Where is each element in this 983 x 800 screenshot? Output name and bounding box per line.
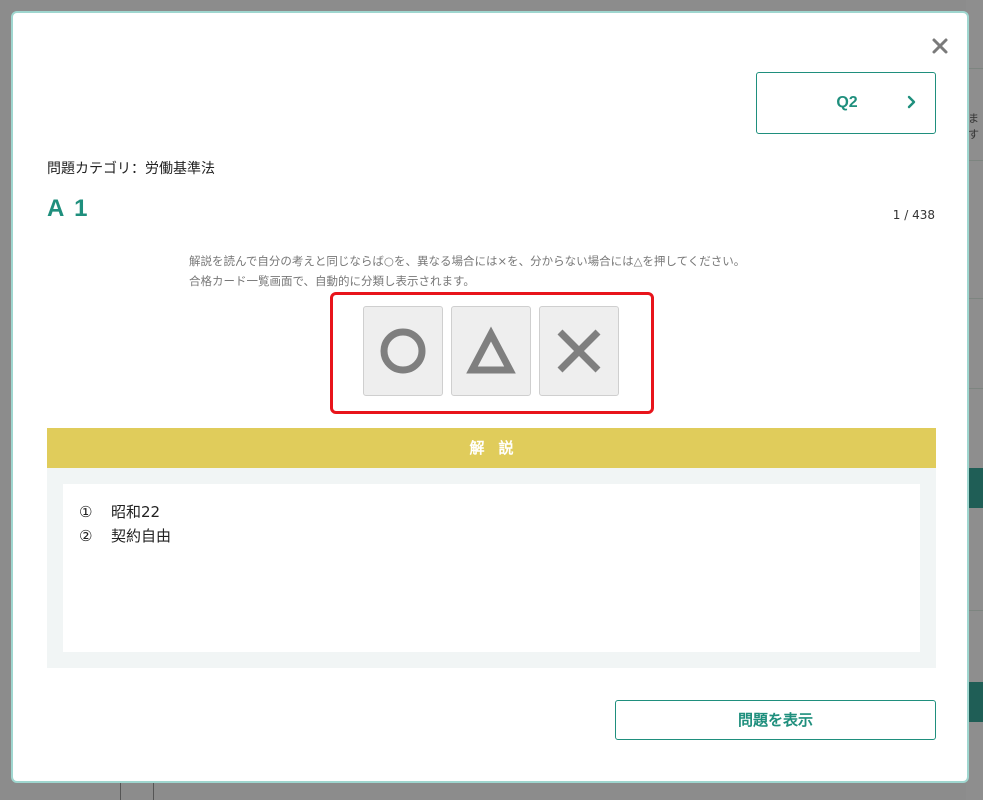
circle-icon: [380, 328, 426, 374]
explanation-item: ① 昭和22: [79, 500, 160, 524]
mark-circle-button[interactable]: [363, 306, 443, 396]
question-category: 問題カテゴリ：労働基準法: [47, 161, 215, 177]
explanation-body: ① 昭和22 ② 契約自由: [63, 484, 920, 652]
close-icon[interactable]: [929, 35, 951, 57]
explanation-item-number: ①: [79, 503, 93, 521]
background-divider: [120, 783, 121, 800]
show-question-label: 問題を表示: [737, 711, 813, 729]
mark-triangle-button[interactable]: [451, 306, 531, 396]
explanation-header: 解説: [47, 428, 936, 468]
explanation-item-text: 昭和22: [111, 503, 161, 521]
mark-cross-button[interactable]: [539, 306, 619, 396]
show-question-button[interactable]: 問題を表示: [615, 700, 936, 740]
explanation-item-text: 契約自由: [111, 527, 172, 545]
instruction-line: 合格カード一覧画面で、自動的に分類し表示されます。: [189, 274, 475, 288]
explanation-panel: ① 昭和22 ② 契約自由: [47, 468, 936, 668]
card-counter: 1 / 438: [892, 208, 935, 222]
triangle-icon: [466, 326, 516, 374]
explanation-item-number: ②: [79, 527, 93, 545]
background-text: ます: [968, 112, 979, 141]
background-divider: [153, 783, 154, 800]
chevron-right-icon: [907, 95, 916, 109]
explanation-header-label: 解説: [469, 439, 528, 457]
instruction-text: 解説を読んで自分の考えと同じならば○を、異なる場合には×を、分からない場合には△…: [189, 251, 829, 291]
next-question-button[interactable]: Q2: [756, 72, 936, 134]
cross-icon: [557, 329, 601, 373]
answer-title: A 1: [47, 195, 90, 222]
explanation-item: ② 契約自由: [79, 524, 171, 548]
answer-modal: Q2 問題カテゴリ：労働基準法 A 1 1 / 438 解説を読んで自分の考えと…: [11, 11, 969, 783]
instruction-line: 解説を読んで自分の考えと同じならば○を、異なる場合には×を、分からない場合には△…: [189, 254, 746, 268]
